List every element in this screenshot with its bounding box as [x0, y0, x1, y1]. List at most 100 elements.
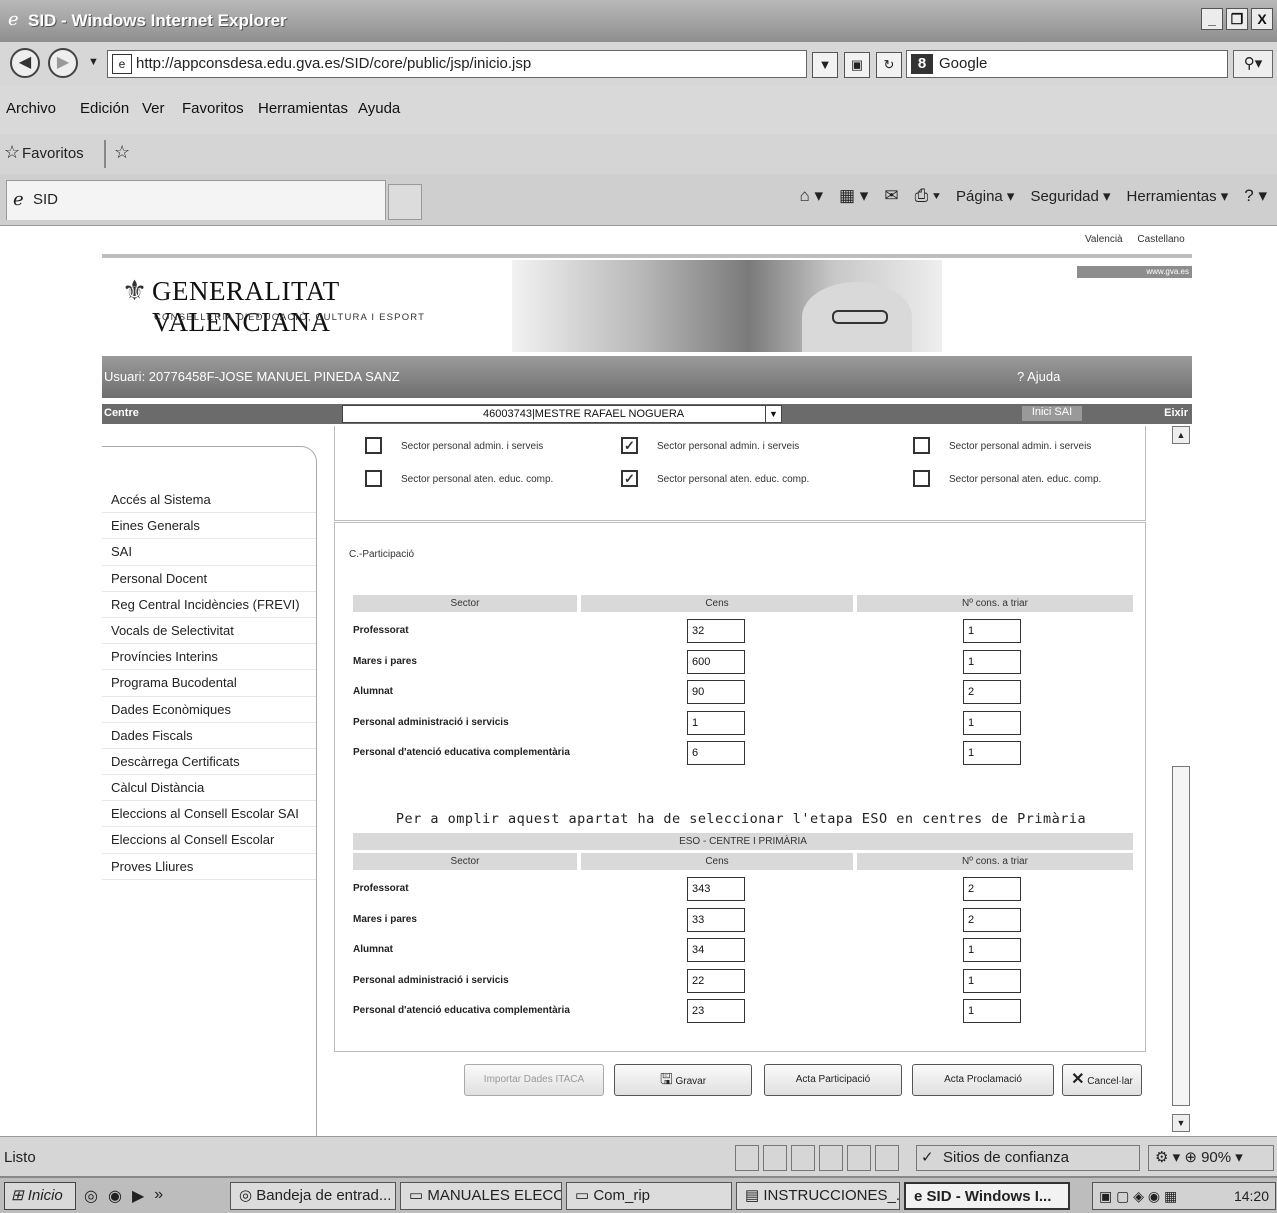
- import-itaca-button[interactable]: Importar Dades ITACA: [464, 1064, 604, 1096]
- cons-input[interactable]: 2: [963, 907, 1021, 932]
- menu-herramientas-cmd[interactable]: Herramientas ▾: [1127, 187, 1229, 205]
- menu-herramientas[interactable]: Herramientas: [258, 100, 348, 117]
- cons-input[interactable]: 1: [963, 938, 1021, 962]
- help-link[interactable]: ? Ajuda: [1017, 369, 1060, 384]
- history-dropdown-icon[interactable]: ▼: [88, 56, 99, 68]
- compatibility-icon[interactable]: ▣: [844, 52, 870, 78]
- sidebar-item-interins[interactable]: Províncies Interins: [102, 644, 316, 671]
- cens-input[interactable]: 6: [687, 741, 745, 765]
- cens-input[interactable]: 32: [687, 619, 745, 643]
- lang-valencia[interactable]: Valencià: [1085, 234, 1123, 245]
- menu-edicion[interactable]: Edición: [80, 100, 129, 117]
- tray-icons[interactable]: ▣ ▢ ◈ ◉ ▦: [1099, 1188, 1177, 1204]
- cancel-button[interactable]: ✕ Cancel·lar: [1062, 1064, 1142, 1096]
- zoom-control[interactable]: ⚙ ▾ ⊕ 90% ▾: [1148, 1145, 1274, 1171]
- tab-sid[interactable]: e SID: [6, 180, 386, 220]
- sidebar-item-selectivitat[interactable]: Vocals de Selectivitat: [102, 618, 316, 645]
- sidebar-item-economiques[interactable]: Dades Econòmiques: [102, 697, 316, 723]
- checkbox[interactable]: [913, 470, 930, 487]
- scroll-thumb[interactable]: [1172, 766, 1190, 1106]
- favorites-star-icon[interactable]: ☆: [4, 142, 20, 163]
- close-button[interactable]: X: [1251, 8, 1273, 30]
- cens-input[interactable]: 90: [687, 680, 745, 704]
- cons-input[interactable]: 1: [963, 968, 1021, 993]
- acta-proclamacio-button[interactable]: Acta Proclamació: [912, 1064, 1054, 1096]
- mail-icon[interactable]: ✉: [884, 186, 898, 206]
- forward-button[interactable]: ▶: [48, 48, 78, 78]
- centre-select[interactable]: 46003743|MESTRE RAFAEL NOGUERA ▼: [342, 405, 782, 423]
- taskbar-item-mail[interactable]: ◎ Bandeja de entrad...: [230, 1182, 396, 1210]
- cens-input[interactable]: 34: [687, 938, 745, 962]
- new-tab-button[interactable]: [388, 184, 422, 220]
- cons-input[interactable]: 1: [963, 741, 1021, 765]
- quicklaunch-play-icon[interactable]: ▶: [132, 1186, 144, 1206]
- favorites-button[interactable]: Favoritos: [22, 145, 84, 162]
- minimize-button[interactable]: _: [1201, 8, 1223, 30]
- address-field[interactable]: e http://appconsdesa.edu.gva.es/SID/core…: [107, 50, 807, 78]
- search-input[interactable]: 8 Google: [906, 50, 1228, 78]
- sidebar-item-personal-docent[interactable]: Personal Docent: [102, 566, 316, 592]
- cens-input[interactable]: 33: [687, 907, 745, 932]
- back-button[interactable]: ◀: [10, 48, 40, 78]
- checkbox[interactable]: ✓: [621, 470, 638, 487]
- sidebar-item-consell[interactable]: Eleccions al Consell Escolar: [102, 827, 316, 854]
- sidebar-item-frevi[interactable]: Reg Central Incidències (FREVI): [102, 592, 316, 618]
- cens-input[interactable]: 600: [687, 649, 745, 674]
- sidebar-item-eines[interactable]: Eines Generals: [102, 513, 316, 540]
- menu-archivo[interactable]: Archivo: [6, 100, 56, 117]
- menu-pagina[interactable]: Página ▾: [956, 187, 1014, 205]
- checkbox[interactable]: [913, 437, 930, 454]
- menu-seguridad[interactable]: Seguridad ▾: [1030, 187, 1110, 205]
- eixir-link[interactable]: Eixir: [1164, 407, 1188, 419]
- cons-input[interactable]: 1: [963, 619, 1021, 643]
- checkbox[interactable]: [365, 437, 382, 454]
- taskbar-item-ie[interactable]: e SID - Windows I...: [904, 1182, 1070, 1210]
- sidebar-item-consell-sai[interactable]: Eleccions al Consell Escolar SAI: [102, 801, 316, 828]
- sidebar-item-fiscals[interactable]: Dades Fiscals: [102, 723, 316, 749]
- quicklaunch-browser-icon[interactable]: ◎: [84, 1186, 98, 1206]
- taskbar-item-document[interactable]: ▤ INSTRUCCIONES_...: [736, 1182, 900, 1210]
- sidebar-item-bucodental[interactable]: Programa Bucodental: [102, 670, 316, 697]
- sidebar-item-certificats[interactable]: Descàrrega Certificats: [102, 749, 316, 776]
- quicklaunch-media-icon[interactable]: ◉: [108, 1186, 122, 1206]
- checkbox[interactable]: ✓: [621, 437, 638, 454]
- cons-input[interactable]: 1: [963, 999, 1021, 1023]
- security-zone[interactable]: ✓ Sitios de confianza: [916, 1145, 1140, 1171]
- taskbar-item-folder[interactable]: ▭ MANUALES ELECONS: [400, 1182, 562, 1210]
- add-favorite-icon[interactable]: ☆: [114, 142, 130, 163]
- start-button[interactable]: ⊞ Inicio: [4, 1182, 76, 1210]
- feeds-icon[interactable]: ▦ ▾: [839, 186, 868, 206]
- cons-input[interactable]: 1: [963, 710, 1021, 735]
- help-icon[interactable]: ? ▾: [1244, 186, 1267, 206]
- sidebar-item-acces[interactable]: Accés al Sistema: [102, 487, 316, 514]
- save-button[interactable]: 🖫 Gravar: [614, 1064, 752, 1096]
- inici-link[interactable]: Inici SAI: [1022, 406, 1082, 421]
- cens-input[interactable]: 22: [687, 968, 745, 993]
- restore-button[interactable]: ❐: [1226, 8, 1248, 30]
- scroll-down-icon[interactable]: ▼: [1172, 1114, 1190, 1132]
- scroll-up-icon[interactable]: ▲: [1172, 426, 1190, 444]
- search-button[interactable]: ⚲▾: [1233, 50, 1273, 78]
- cons-input[interactable]: 2: [963, 680, 1021, 704]
- menu-ver[interactable]: Ver: [142, 100, 165, 117]
- cons-input[interactable]: 2: [963, 877, 1021, 901]
- address-dropdown-icon[interactable]: ▼: [812, 52, 838, 78]
- sidebar-item-sai[interactable]: SAI: [102, 539, 316, 566]
- print-icon[interactable]: ⎙ ▾: [915, 186, 940, 206]
- taskbar-item-folder[interactable]: ▭ Com_rip: [566, 1182, 732, 1210]
- checkbox[interactable]: [365, 470, 382, 487]
- home-icon[interactable]: ⌂ ▾: [799, 186, 823, 206]
- quicklaunch-more-icon[interactable]: »: [154, 1186, 163, 1206]
- cens-input[interactable]: 23: [687, 999, 745, 1023]
- acta-participacio-button[interactable]: Acta Participació: [764, 1064, 902, 1096]
- menu-favoritos[interactable]: Favoritos: [182, 100, 244, 117]
- sidebar-item-proves[interactable]: Proves Lliures: [102, 854, 316, 880]
- sidebar-item-distancia[interactable]: Càlcul Distància: [102, 775, 316, 802]
- cens-input[interactable]: 343: [687, 877, 745, 901]
- lang-castellano[interactable]: Castellano: [1137, 234, 1184, 245]
- banner-link[interactable]: www.gva.es: [1077, 266, 1192, 278]
- cons-input[interactable]: 1: [963, 649, 1021, 674]
- cens-input[interactable]: 1: [687, 710, 745, 735]
- menu-ayuda[interactable]: Ayuda: [358, 100, 400, 117]
- content-scrollbar[interactable]: ▲ ▼: [1172, 426, 1190, 1136]
